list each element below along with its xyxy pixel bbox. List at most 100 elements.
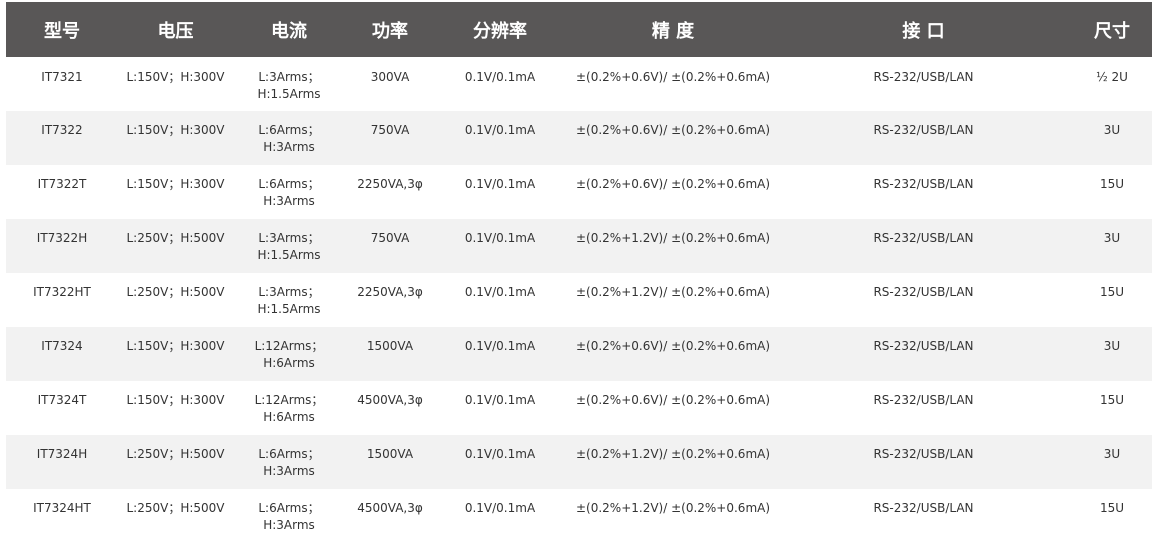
- cell-current: L:6Arms； H:3Arms: [233, 489, 345, 543]
- current-high: H:1.5Arms: [257, 87, 321, 101]
- table-row: IT7324H L:250V；H:500V L:6Arms； H:3Arms 15…: [6, 435, 1152, 489]
- cell-current: L:3Arms； H:1.5Arms: [233, 219, 345, 273]
- cell-model: IT7322H: [6, 219, 118, 273]
- cell-accuracy: ±(0.2%+0.6V)/ ±(0.2%+0.6mA): [565, 57, 781, 111]
- current-low: L:12Arms；: [254, 339, 324, 353]
- cell-voltage: L:250V；H:500V: [118, 489, 233, 543]
- cell-voltage: L:250V；H:500V: [118, 219, 233, 273]
- cell-model: IT7324: [6, 327, 118, 381]
- cell-voltage: L:150V；H:300V: [118, 111, 233, 165]
- current-high: H:6Arms: [263, 410, 315, 424]
- current-low: L:12Arms；: [254, 393, 324, 407]
- current-high: H:6Arms: [263, 356, 315, 370]
- cell-size: 15U: [1066, 489, 1152, 543]
- cell-power: 4500VA,3φ: [345, 489, 435, 543]
- current-low: L:6Arms；: [258, 177, 320, 191]
- cell-size: 15U: [1066, 165, 1152, 219]
- current-high: H:3Arms: [263, 464, 315, 478]
- header-size: 尺寸: [1066, 2, 1152, 57]
- cell-voltage: L:250V；H:500V: [118, 435, 233, 489]
- cell-accuracy: ±(0.2%+0.6V)/ ±(0.2%+0.6mA): [565, 327, 781, 381]
- cell-power: 1500VA: [345, 327, 435, 381]
- cell-power: 4500VA,3φ: [345, 381, 435, 435]
- cell-size: 3U: [1066, 327, 1152, 381]
- cell-model: IT7322T: [6, 165, 118, 219]
- cell-power: 1500VA: [345, 435, 435, 489]
- current-low: L:3Arms；: [258, 285, 320, 299]
- cell-accuracy: ±(0.2%+0.6V)/ ±(0.2%+0.6mA): [565, 381, 781, 435]
- cell-resolution: 0.1V/0.1mA: [435, 165, 565, 219]
- cell-model: IT7324T: [6, 381, 118, 435]
- cell-model: IT7322HT: [6, 273, 118, 327]
- cell-current: L:6Arms； H:3Arms: [233, 165, 345, 219]
- cell-power: 750VA: [345, 111, 435, 165]
- cell-resolution: 0.1V/0.1mA: [435, 381, 565, 435]
- current-high: H:3Arms: [263, 518, 315, 532]
- cell-interface: RS-232/USB/LAN: [781, 219, 1066, 273]
- table-row: IT7324 L:150V；H:300V L:12Arms； H:6Arms 15…: [6, 327, 1152, 381]
- cell-size: 3U: [1066, 435, 1152, 489]
- cell-resolution: 0.1V/0.1mA: [435, 489, 565, 543]
- cell-size: 15U: [1066, 381, 1152, 435]
- cell-power: 300VA: [345, 57, 435, 111]
- header-current: 电流: [233, 2, 345, 57]
- current-low: L:6Arms；: [258, 123, 320, 137]
- cell-model: IT7321: [6, 57, 118, 111]
- current-low: L:3Arms；: [258, 231, 320, 245]
- cell-accuracy: ±(0.2%+0.6V)/ ±(0.2%+0.6mA): [565, 111, 781, 165]
- table-row: IT7322 L:150V；H:300V L:6Arms； H:3Arms 750…: [6, 111, 1152, 165]
- cell-accuracy: ±(0.2%+1.2V)/ ±(0.2%+0.6mA): [565, 435, 781, 489]
- table-row: IT7321 L:150V；H:300V L:3Arms； H:1.5Arms 3…: [6, 57, 1152, 111]
- header-row: 型号 电压 电流 功率 分辨率 精 度 接 口 尺寸: [6, 2, 1152, 57]
- cell-model: IT7324H: [6, 435, 118, 489]
- current-high: H:3Arms: [263, 140, 315, 154]
- cell-interface: RS-232/USB/LAN: [781, 489, 1066, 543]
- table-body: IT7321 L:150V；H:300V L:3Arms； H:1.5Arms 3…: [6, 57, 1152, 543]
- cell-interface: RS-232/USB/LAN: [781, 381, 1066, 435]
- cell-model: IT7322: [6, 111, 118, 165]
- cell-accuracy: ±(0.2%+1.2V)/ ±(0.2%+0.6mA): [565, 489, 781, 543]
- current-high: H:3Arms: [263, 194, 315, 208]
- cell-accuracy: ±(0.2%+1.2V)/ ±(0.2%+0.6mA): [565, 273, 781, 327]
- cell-power: 2250VA,3φ: [345, 165, 435, 219]
- cell-power: 2250VA,3φ: [345, 273, 435, 327]
- header-resolution: 分辨率: [435, 2, 565, 57]
- spec-table: 型号 电压 电流 功率 分辨率 精 度 接 口 尺寸 IT7321 L:150V…: [6, 2, 1152, 543]
- cell-interface: RS-232/USB/LAN: [781, 435, 1066, 489]
- cell-resolution: 0.1V/0.1mA: [435, 111, 565, 165]
- cell-size: 3U: [1066, 219, 1152, 273]
- cell-resolution: 0.1V/0.1mA: [435, 219, 565, 273]
- cell-model: IT7324HT: [6, 489, 118, 543]
- cell-interface: RS-232/USB/LAN: [781, 111, 1066, 165]
- cell-interface: RS-232/USB/LAN: [781, 327, 1066, 381]
- current-low: L:3Arms；: [258, 70, 320, 84]
- cell-interface: RS-232/USB/LAN: [781, 57, 1066, 111]
- table-row: IT7324HT L:250V；H:500V L:6Arms； H:3Arms 4…: [6, 489, 1152, 543]
- table-row: IT7322HT L:250V；H:500V L:3Arms； H:1.5Arms…: [6, 273, 1152, 327]
- cell-voltage: L:150V；H:300V: [118, 165, 233, 219]
- current-high: H:1.5Arms: [257, 302, 321, 316]
- current-high: H:1.5Arms: [257, 248, 321, 262]
- cell-current: L:6Arms； H:3Arms: [233, 435, 345, 489]
- cell-current: L:12Arms； H:6Arms: [233, 327, 345, 381]
- header-voltage: 电压: [118, 2, 233, 57]
- cell-accuracy: ±(0.2%+0.6V)/ ±(0.2%+0.6mA): [565, 165, 781, 219]
- cell-voltage: L:150V；H:300V: [118, 57, 233, 111]
- cell-voltage: L:150V；H:300V: [118, 381, 233, 435]
- cell-size: 15U: [1066, 273, 1152, 327]
- cell-current: L:3Arms； H:1.5Arms: [233, 57, 345, 111]
- cell-interface: RS-232/USB/LAN: [781, 165, 1066, 219]
- cell-resolution: 0.1V/0.1mA: [435, 435, 565, 489]
- cell-size: ½ 2U: [1066, 57, 1152, 111]
- table-row: IT7322T L:150V；H:300V L:6Arms； H:3Arms 22…: [6, 165, 1152, 219]
- cell-resolution: 0.1V/0.1mA: [435, 57, 565, 111]
- cell-current: L:3Arms； H:1.5Arms: [233, 273, 345, 327]
- cell-size: 3U: [1066, 111, 1152, 165]
- header-model: 型号: [6, 2, 118, 57]
- cell-resolution: 0.1V/0.1mA: [435, 273, 565, 327]
- cell-current: L:12Arms； H:6Arms: [233, 381, 345, 435]
- cell-voltage: L:150V；H:300V: [118, 327, 233, 381]
- cell-accuracy: ±(0.2%+1.2V)/ ±(0.2%+0.6mA): [565, 219, 781, 273]
- header-power: 功率: [345, 2, 435, 57]
- cell-interface: RS-232/USB/LAN: [781, 273, 1066, 327]
